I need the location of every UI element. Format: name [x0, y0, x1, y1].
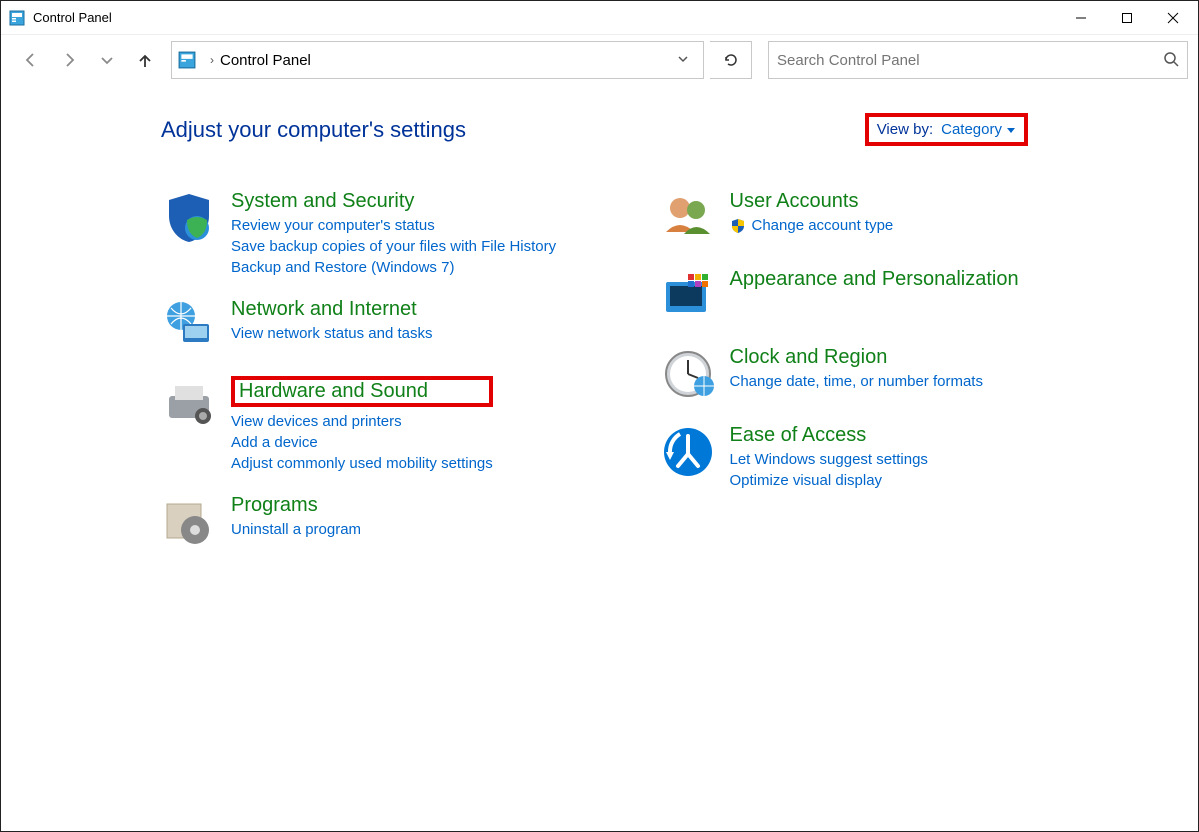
category-link[interactable]: View devices and printers: [231, 413, 493, 430]
clock-icon: [660, 346, 716, 402]
category-title[interactable]: User Accounts: [730, 190, 894, 213]
chevron-down-icon[interactable]: [677, 53, 689, 68]
category-link[interactable]: View network status and tasks: [231, 325, 433, 342]
breadcrumb-item[interactable]: Control Panel: [220, 52, 311, 69]
category-clock-and-region: Clock and Region Change date, time, or n…: [660, 346, 1139, 402]
back-button[interactable]: [15, 44, 47, 76]
view-by-label: View by:: [877, 121, 933, 138]
category-link[interactable]: Change date, time, or number formats: [730, 373, 983, 390]
content-area: Adjust your computer's settings View by:…: [1, 89, 1198, 550]
page-title: Adjust your computer's settings: [161, 117, 466, 143]
category-title[interactable]: Network and Internet: [231, 298, 433, 321]
category-link[interactable]: Let Windows suggest settings: [730, 451, 928, 468]
network-icon: [161, 298, 217, 354]
personalization-icon: [660, 268, 716, 324]
category-title[interactable]: System and Security: [231, 190, 556, 213]
category-appearance-and-personalization: Appearance and Personalization: [660, 268, 1139, 324]
titlebar: Control Panel: [1, 1, 1198, 35]
category-title[interactable]: Clock and Region: [730, 346, 983, 369]
category-title[interactable]: Hardware and Sound: [231, 376, 493, 407]
category-hardware-and-sound: Hardware and Sound View devices and prin…: [161, 376, 640, 472]
category-link[interactable]: Optimize visual display: [730, 472, 928, 489]
category-network-and-internet: Network and Internet View network status…: [161, 298, 640, 354]
window-title: Control Panel: [33, 10, 112, 25]
heading-row: Adjust your computer's settings View by:…: [161, 113, 1138, 146]
shield-icon: [161, 190, 217, 246]
address-bar[interactable]: › Control Panel: [171, 41, 704, 79]
category-programs: Programs Uninstall a program: [161, 494, 640, 550]
categories-grid: System and Security Review your computer…: [161, 190, 1138, 550]
category-ease-of-access: Ease of Access Let Windows suggest setti…: [660, 424, 1139, 489]
close-button[interactable]: [1150, 2, 1196, 34]
category-link[interactable]: Uninstall a program: [231, 521, 361, 538]
recent-locations-button[interactable]: [91, 44, 123, 76]
up-button[interactable]: [129, 44, 161, 76]
users-icon: [660, 190, 716, 246]
category-link[interactable]: Review your computer's status: [231, 217, 556, 234]
search-icon: [1163, 51, 1179, 70]
view-by-selector[interactable]: View by: Category: [865, 113, 1028, 146]
uac-shield-icon: [730, 218, 746, 234]
category-title[interactable]: Ease of Access: [730, 424, 928, 447]
category-link[interactable]: Save backup copies of your files with Fi…: [231, 238, 556, 255]
forward-button[interactable]: [53, 44, 85, 76]
minimize-button[interactable]: [1058, 2, 1104, 34]
toolbar: › Control Panel: [1, 35, 1198, 89]
right-column: User Accounts Change account type: [660, 190, 1139, 550]
category-title[interactable]: Appearance and Personalization: [730, 268, 1019, 291]
search-box[interactable]: [768, 41, 1188, 79]
control-panel-icon: [178, 51, 196, 69]
refresh-button[interactable]: [710, 41, 752, 79]
maximize-button[interactable]: [1104, 2, 1150, 34]
ease-of-access-icon: [660, 424, 716, 480]
search-input[interactable]: [777, 52, 1163, 69]
control-panel-icon: [9, 10, 25, 26]
category-link[interactable]: Adjust commonly used mobility settings: [231, 455, 493, 472]
programs-icon: [161, 494, 217, 550]
category-user-accounts: User Accounts Change account type: [660, 190, 1139, 246]
left-column: System and Security Review your computer…: [161, 190, 640, 550]
category-system-and-security: System and Security Review your computer…: [161, 190, 640, 276]
category-title[interactable]: Programs: [231, 494, 361, 517]
window-controls: [1058, 2, 1196, 34]
printer-icon: [161, 376, 217, 432]
breadcrumb-separator: ›: [210, 53, 214, 67]
view-by-value[interactable]: Category: [941, 121, 1016, 138]
category-link[interactable]: Change account type: [730, 217, 894, 234]
category-link[interactable]: Backup and Restore (Windows 7): [231, 259, 556, 276]
category-link[interactable]: Add a device: [231, 434, 493, 451]
